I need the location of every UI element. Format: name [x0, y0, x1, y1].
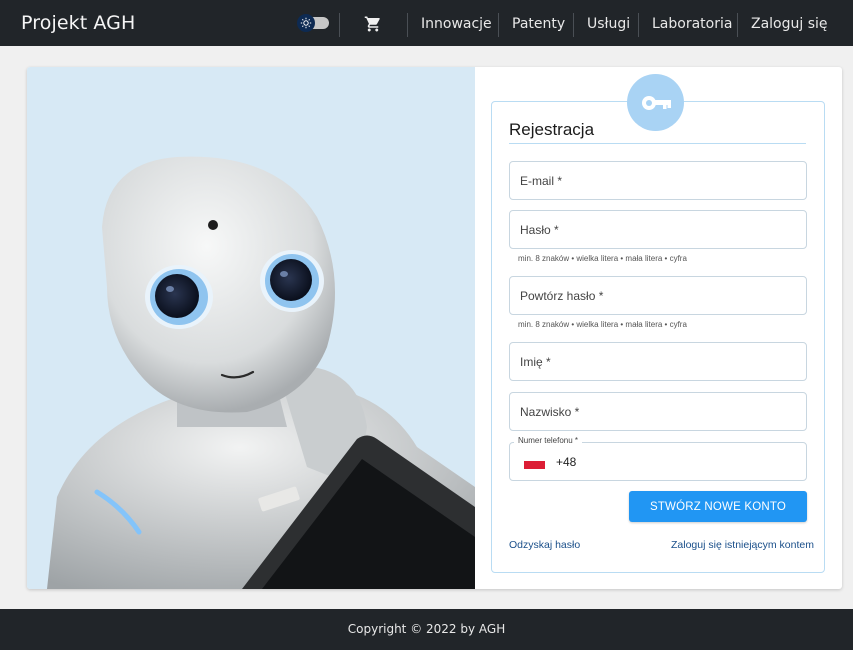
- theme-toggle[interactable]: [297, 14, 330, 32]
- nav-link-login[interactable]: Zaloguj się: [751, 16, 828, 32]
- repeat-password-hint: min. 8 znaków • wielka litera • mała lit…: [518, 320, 687, 329]
- title-divider: [509, 143, 806, 144]
- nav-link-uslugi[interactable]: Usługi: [587, 16, 630, 32]
- login-existing-link[interactable]: Zaloguj się istniejącym kontem: [671, 539, 814, 551]
- robot-photo: [27, 67, 475, 589]
- email-field[interactable]: E-mail *: [509, 161, 807, 200]
- poland-flag-icon[interactable]: [524, 461, 545, 469]
- password-hint: min. 8 znaków • wielka litera • mała lit…: [518, 254, 687, 263]
- phone-label: Numer telefonu *: [514, 436, 583, 445]
- nav-divider: [737, 13, 738, 37]
- recover-password-link[interactable]: Odzyskaj hasło: [509, 539, 580, 551]
- registration-card: Rejestracja E-mail * Hasło * min. 8 znak…: [27, 67, 842, 589]
- nav-divider: [573, 13, 574, 37]
- copyright-text: Copyright © 2022 by AGH: [347, 622, 506, 636]
- nav-link-patenty[interactable]: Patenty: [512, 16, 565, 32]
- flag-white-stripe: [524, 457, 545, 461]
- repeat-password-field[interactable]: Powtórz hasło *: [509, 276, 807, 315]
- last-name-field[interactable]: Nazwisko *: [509, 392, 807, 431]
- repeat-password-label: Powtórz hasło *: [520, 289, 604, 303]
- nav-link-laboratoria[interactable]: Laboratoria: [652, 16, 732, 32]
- brand-logo[interactable]: Projekt AGH: [21, 12, 135, 34]
- last-name-label: Nazwisko *: [520, 405, 580, 419]
- footer: Copyright © 2022 by AGH: [0, 609, 853, 650]
- sun-icon: [297, 14, 315, 32]
- nav-divider: [339, 13, 340, 37]
- password-field[interactable]: Hasło *: [509, 210, 807, 249]
- nav-divider: [407, 13, 408, 37]
- nav-divider: [498, 13, 499, 37]
- password-label: Hasło *: [520, 223, 559, 237]
- phone-prefix: +48: [556, 455, 577, 469]
- first-name-label: Imię *: [520, 355, 551, 369]
- key-icon: [627, 74, 684, 131]
- first-name-field[interactable]: Imię *: [509, 342, 807, 381]
- form-title: Rejestracja: [509, 120, 595, 139]
- top-navbar: Projekt AGH Innowacje Patenty Usługi Lab…: [0, 0, 853, 46]
- phone-field[interactable]: +48: [509, 442, 807, 481]
- create-account-button[interactable]: STWÓRZ NOWE KONTO: [629, 491, 807, 522]
- email-label: E-mail *: [520, 174, 563, 188]
- nav-link-innowacje[interactable]: Innowacje: [421, 16, 492, 32]
- nav-divider: [638, 13, 639, 37]
- cart-icon[interactable]: [364, 15, 382, 33]
